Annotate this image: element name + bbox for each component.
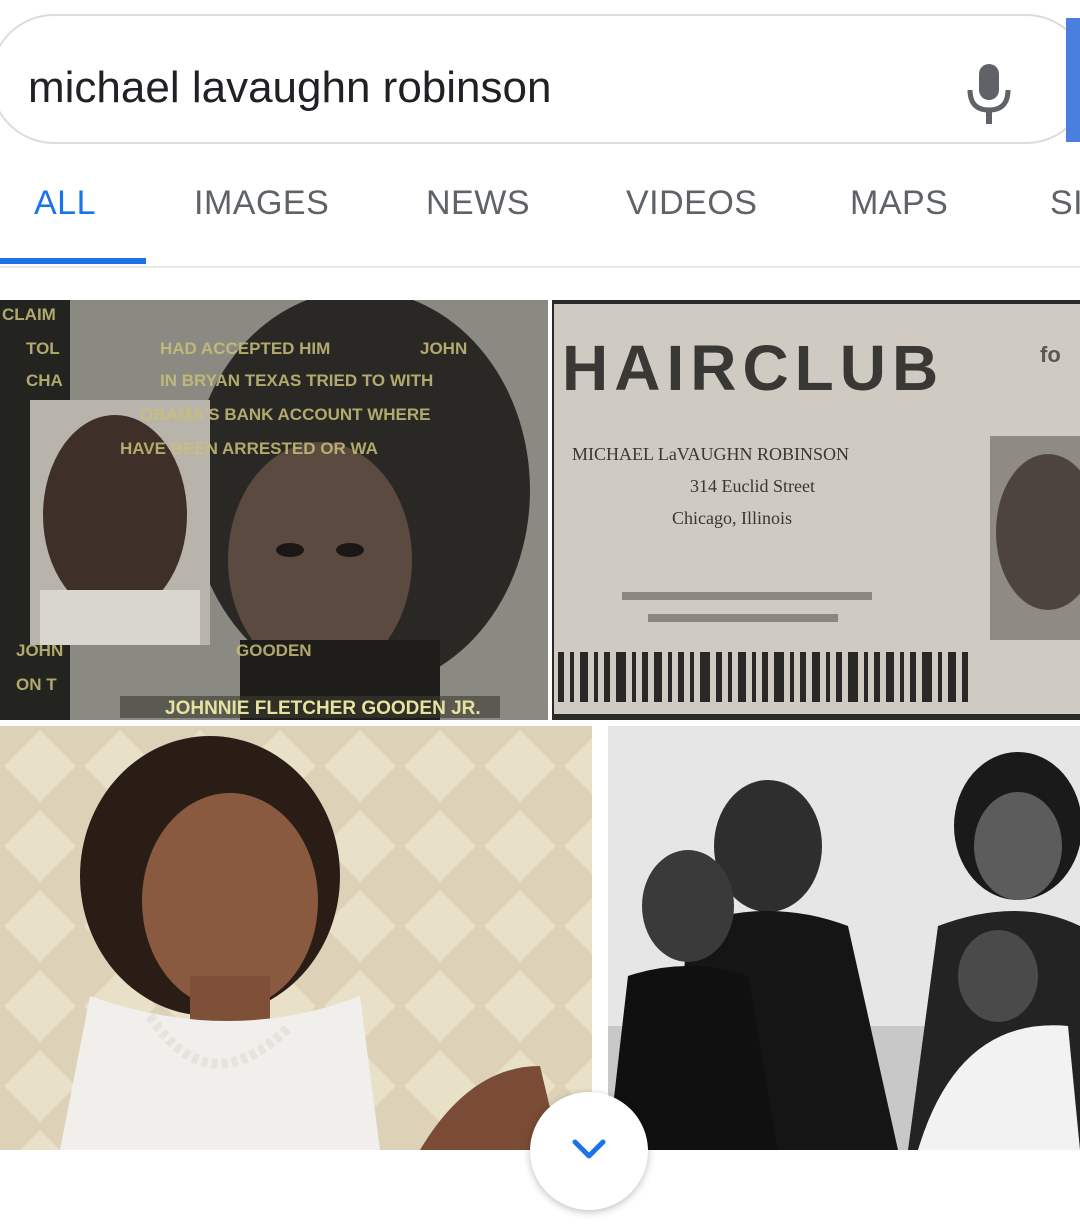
card-name: MICHAEL LaVAUGHN ROBINSON xyxy=(572,444,849,464)
tab-shopping[interactable]: SI xyxy=(1050,186,1080,220)
overlay-text-6: IN BRYAN TEXAS TRIED TO WITH xyxy=(160,371,433,390)
image-result-2[interactable]: HAIRCLUB fo MICHAEL LaVAUGHN ROBINSON 31… xyxy=(552,300,1080,720)
overlay-text-10: GOODEN xyxy=(236,641,312,660)
tab-images[interactable]: IMAGES xyxy=(194,186,329,220)
card-address: 314 Euclid Street xyxy=(690,476,815,496)
overlay-text-2: TOL xyxy=(26,339,60,358)
image-result-4[interactable] xyxy=(608,726,1080,1150)
card-city: Chicago, Illinois xyxy=(672,508,792,528)
overlay-text-9: JOHN xyxy=(16,641,63,660)
overlay-text-11: ON T xyxy=(16,675,57,694)
tab-news[interactable]: NEWS xyxy=(426,186,530,220)
active-tab-indicator xyxy=(0,258,146,264)
image-result-1[interactable]: CLAIM TOL CHA HAD ACCEPTED HIM JOHN IN B… xyxy=(0,300,548,720)
tab-all[interactable]: ALL xyxy=(34,186,96,220)
overlay-text-1: CLAIM xyxy=(2,305,56,324)
tabs-divider xyxy=(0,266,1080,268)
search-button-edge[interactable] xyxy=(1066,18,1080,142)
image-caption: JOHNNIE FLETCHER GOODEN JR. xyxy=(165,698,481,719)
chevron-down-icon xyxy=(572,1139,606,1159)
overlay-text-8: HAVE BEEN ARRESTED OR WA xyxy=(120,439,378,458)
overlay-text-5: JOHN xyxy=(420,339,467,358)
tab-maps[interactable]: MAPS xyxy=(850,186,948,220)
show-more-button[interactable] xyxy=(530,1092,648,1210)
microphone-icon[interactable] xyxy=(964,62,1014,126)
search-input[interactable]: michael lavaughn robinson xyxy=(28,66,551,110)
overlay-text-4: HAD ACCEPTED HIM xyxy=(160,339,330,358)
tab-videos[interactable]: VIDEOS xyxy=(626,186,757,220)
image-result-3[interactable] xyxy=(0,726,592,1150)
overlay-text-3: CHA xyxy=(26,371,63,390)
hairclub-logo-suffix: fo xyxy=(1040,342,1061,367)
overlay-text-7: OBAMA'S BANK ACCOUNT WHERE xyxy=(140,405,431,424)
search-bar[interactable]: michael lavaughn robinson xyxy=(0,14,1080,144)
search-tabs: ALL IMAGES NEWS VIDEOS MAPS SI xyxy=(0,186,1080,236)
hairclub-logo: HAIRCLUB xyxy=(562,332,944,404)
